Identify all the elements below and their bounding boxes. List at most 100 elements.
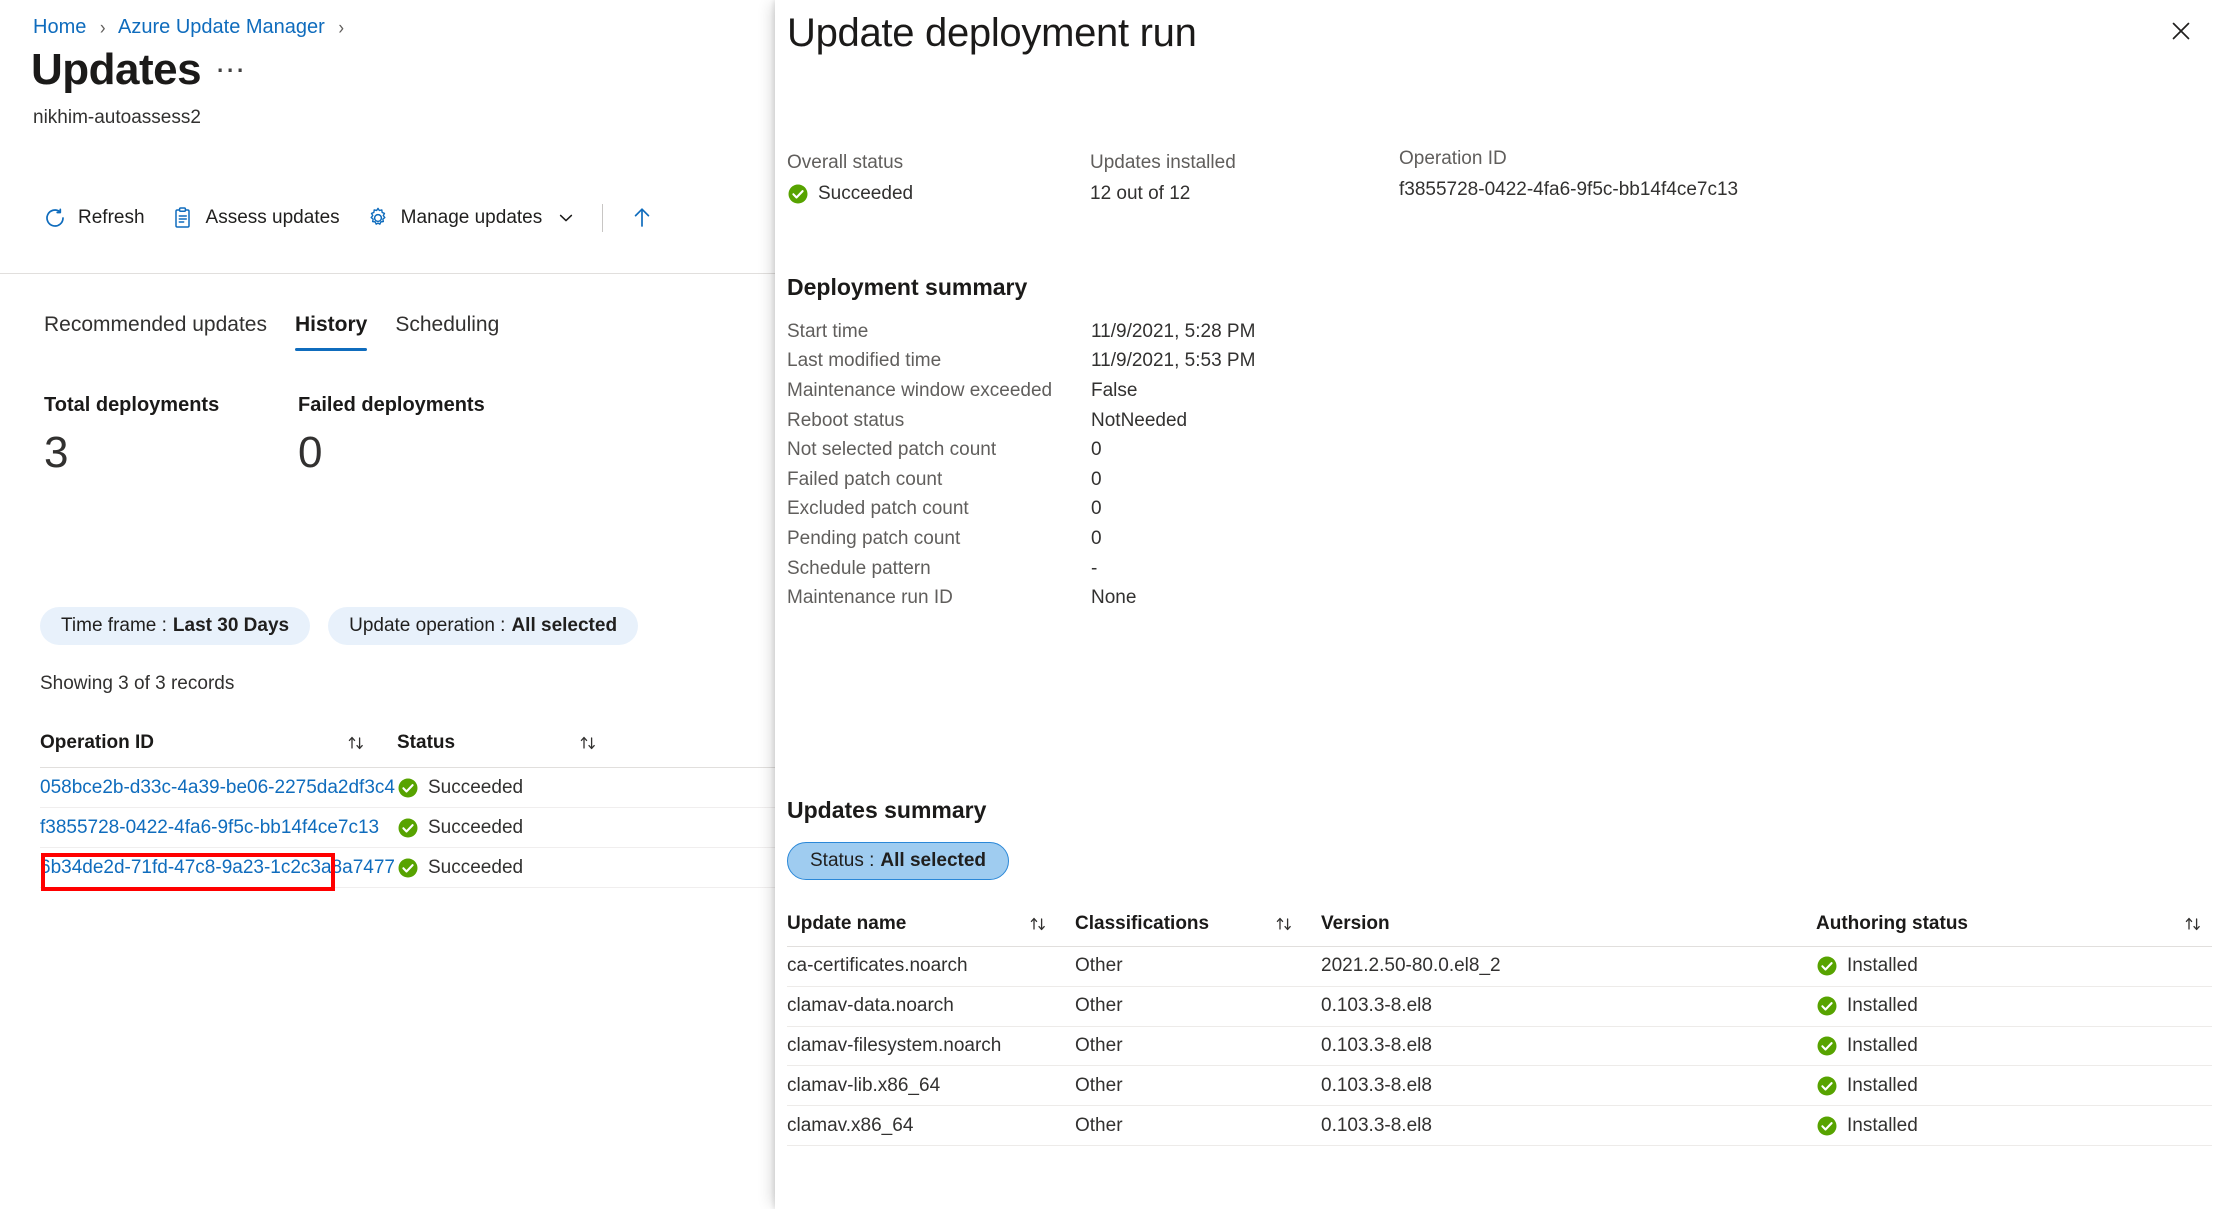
app-root: Home › Azure Update Manager › Updates ⋯ … xyxy=(0,0,2221,1209)
history-column-operation-id: Operation ID xyxy=(40,731,155,753)
manage-updates-button[interactable]: Manage updates xyxy=(353,196,589,240)
filter-pill-time-frame[interactable]: Time frame : Last 30 Days xyxy=(40,607,311,645)
table-row[interactable]: f3855728-0422-4fa6-9f5c-bb14f4ce7c13 Suc… xyxy=(40,808,775,848)
breadcrumb-separator: › xyxy=(99,16,106,39)
updates-column-authoring-status: Authoring status xyxy=(1816,912,1968,934)
table-row[interactable]: ca-certificates.noarch Other 2021.2.50-8… xyxy=(787,947,2212,987)
updates-sort-classifications[interactable] xyxy=(1273,913,1321,935)
table-row[interactable]: clamav.x86_64 Other 0.103.3-8.el8 Instal… xyxy=(787,1106,2212,1146)
refresh-button[interactable]: Refresh xyxy=(30,196,158,240)
breadcrumb-item-home[interactable]: Home xyxy=(33,16,86,38)
overall-status-text: Succeeded xyxy=(818,183,914,204)
filter-pill-status-key: Status : xyxy=(810,850,875,871)
success-check-icon xyxy=(1816,995,1838,1017)
update-name: clamav-data.noarch xyxy=(787,995,954,1017)
history-row-status: Succeeded xyxy=(397,857,523,879)
history-operation-id-link[interactable]: 6b34de2d-71fd-47c8-9a23-1c2c3a8a7477 xyxy=(40,857,395,879)
summary-key: Schedule pattern xyxy=(787,557,931,579)
success-check-icon xyxy=(1816,955,1838,977)
assess-updates-button[interactable]: Assess updates xyxy=(158,196,353,240)
refresh-icon xyxy=(43,206,67,230)
upload-button[interactable] xyxy=(617,196,667,240)
update-classification: Other xyxy=(1075,995,1123,1017)
update-authoring-status: Installed xyxy=(1816,1115,2156,1137)
history-operation-id-link[interactable]: 058bce2b-d33c-4a39-be06-2275da2df3c4 xyxy=(40,777,395,799)
assess-updates-label: Assess updates xyxy=(205,207,340,228)
update-version: 0.103.3-8.el8 xyxy=(1321,1074,1432,1096)
filter-pill-update-operation-key: Update operation : xyxy=(349,615,506,636)
filter-pill-status[interactable]: Status : All selected xyxy=(787,842,1010,880)
list-item: Reboot status NotNeeded xyxy=(787,406,1687,436)
metric-total-deployments: Total deployments 3 xyxy=(44,392,298,480)
history-operation-id-link-selected[interactable]: f3855728-0422-4fa6-9f5c-bb14f4ce7c13 xyxy=(40,817,379,839)
filter-pill-time-frame-key: Time frame : xyxy=(61,615,167,636)
update-name: clamav.x86_64 xyxy=(787,1114,914,1136)
update-authoring-status-text: Installed xyxy=(1847,955,1918,977)
table-row[interactable]: clamav-filesystem.noarch Other 0.103.3-8… xyxy=(787,1027,2212,1067)
history-row-status: Succeeded xyxy=(397,817,523,839)
history-row-status-text: Succeeded xyxy=(428,856,524,878)
breadcrumb-item-azure-update-manager[interactable]: Azure Update Manager xyxy=(118,16,325,38)
updates-column-classifications: Classifications xyxy=(1075,912,1210,934)
summary-key: Last modified time xyxy=(787,350,942,372)
summary-value: - xyxy=(1091,557,1098,579)
summary-value: 0 xyxy=(1091,468,1102,490)
success-check-icon xyxy=(1816,1115,1838,1137)
summary-key: Pending patch count xyxy=(787,527,961,549)
list-item: Start time 11/9/2021, 5:28 PM xyxy=(787,317,1687,347)
history-sort-status[interactable] xyxy=(577,732,629,754)
tab-scheduling[interactable]: Scheduling xyxy=(381,311,513,351)
operation-id-block: Operation ID f3855728-0422-4fa6-9f5c-bb1… xyxy=(1399,146,1738,202)
summary-key: Excluded patch count xyxy=(787,498,969,520)
updates-summary-section: Updates summary Status : All selected Up… xyxy=(787,795,2221,1146)
summary-value: 11/9/2021, 5:28 PM xyxy=(1091,320,1256,342)
page-subtitle: nikhim-autoassess2 xyxy=(33,107,201,128)
metric-total-deployments-value: 3 xyxy=(44,428,69,477)
list-item: Pending patch count 0 xyxy=(787,524,1687,554)
filter-pill-status-value: All selected xyxy=(880,850,987,871)
table-row[interactable]: 058bce2b-d33c-4a39-be06-2275da2df3c4 Suc… xyxy=(40,768,775,808)
success-check-icon xyxy=(1816,1075,1838,1097)
tab-history[interactable]: History xyxy=(281,311,381,351)
update-authoring-status-text: Installed xyxy=(1847,1034,1918,1056)
history-sort-operation-id[interactable] xyxy=(345,732,397,754)
summary-key: Maintenance window exceeded xyxy=(787,379,1053,401)
updates-sort-update-name[interactable] xyxy=(1027,913,1075,935)
tab-recommended-updates[interactable]: Recommended updates xyxy=(30,311,281,351)
metric-failed-deployments-label: Failed deployments xyxy=(298,394,485,416)
table-row[interactable]: clamav-lib.x86_64 Other 0.103.3-8.el8 In… xyxy=(787,1066,2212,1107)
updates-summary-filter-row: Status : All selected xyxy=(787,842,2221,880)
sort-icon xyxy=(1273,913,1295,935)
operation-id-label: Operation ID xyxy=(1399,148,1507,169)
manage-updates-label: Manage updates xyxy=(400,207,543,228)
updates-installed-block: Updates installed 12 out of 12 xyxy=(1090,150,1236,206)
history-row-status-text: Succeeded xyxy=(428,816,524,838)
list-item: Schedule pattern - xyxy=(787,554,1687,584)
update-name: ca-certificates.noarch xyxy=(787,955,968,977)
filter-pill-update-operation[interactable]: Update operation : All selected xyxy=(328,607,639,645)
command-bar-divider xyxy=(602,204,604,232)
page-more-actions-button[interactable]: ⋯ xyxy=(215,56,246,96)
close-button[interactable] xyxy=(2159,10,2203,54)
update-classification: Other xyxy=(1075,1074,1123,1096)
update-version: 2021.2.50-80.0.el8_2 xyxy=(1321,955,1501,977)
history-column-status: Status xyxy=(397,731,456,753)
refresh-label: Refresh xyxy=(78,207,145,228)
table-row[interactable]: 6b34de2d-71fd-47c8-9a23-1c2c3a8a7477 Suc… xyxy=(40,848,775,888)
table-row[interactable]: clamav-data.noarch Other 0.103.3-8.el8 I… xyxy=(787,987,2212,1027)
sort-icon xyxy=(577,732,599,754)
update-authoring-status-text: Installed xyxy=(1847,995,1918,1017)
updates-sort-authoring-status[interactable] xyxy=(2156,913,2204,935)
metric-total-deployments-label: Total deployments xyxy=(44,394,220,416)
list-item: Maintenance run ID None xyxy=(787,583,1687,613)
upload-arrow-icon xyxy=(630,206,654,230)
page-title-row: Updates ⋯ xyxy=(31,44,246,96)
update-authoring-status: Installed xyxy=(1816,995,2156,1017)
summary-value: 0 xyxy=(1091,498,1102,520)
chevron-down-icon xyxy=(557,209,575,227)
overall-status-label: Overall status xyxy=(787,152,904,173)
update-name: clamav-lib.x86_64 xyxy=(787,1074,941,1096)
command-bar: Refresh Assess updates Manage updates xyxy=(30,196,667,240)
metric-failed-deployments: Failed deployments 0 xyxy=(298,392,552,480)
clipboard-icon xyxy=(171,206,195,230)
